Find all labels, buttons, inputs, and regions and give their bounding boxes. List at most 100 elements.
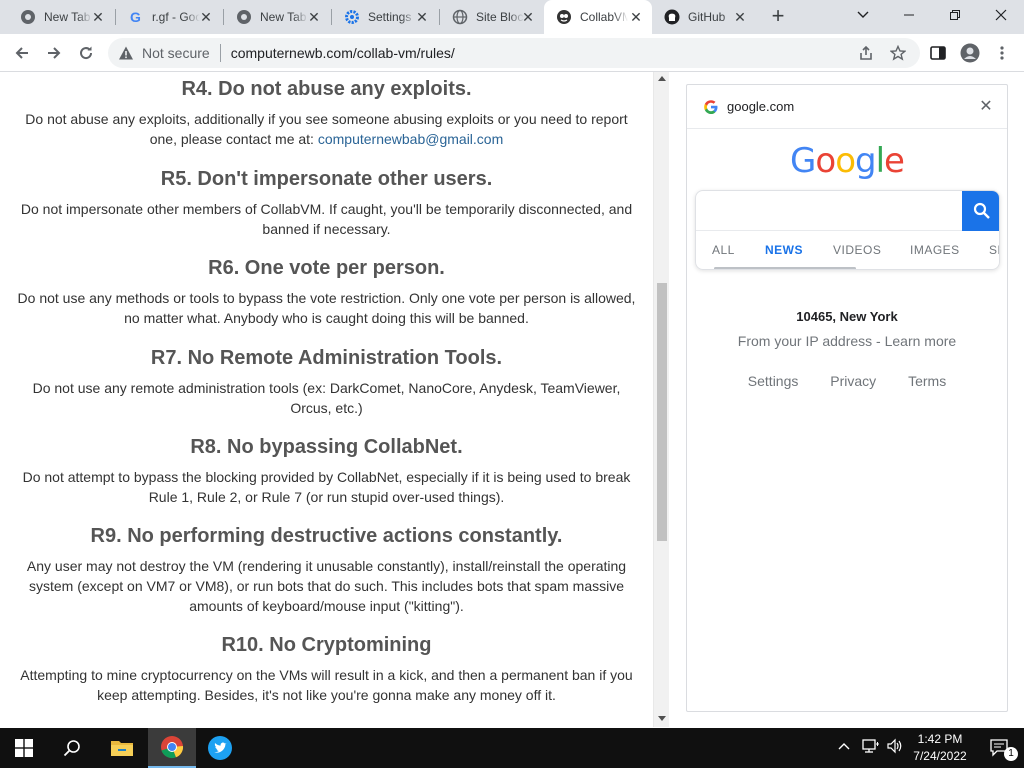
terms-link[interactable]: Terms [908, 373, 946, 389]
start-button[interactable] [0, 728, 48, 768]
chevron-up-icon [838, 743, 850, 750]
tab-strip: New Tab ✕ G r.gf - Google ✕ New Tab ✕ Se… [0, 0, 1024, 34]
tab-site-blocker[interactable]: Site Blocker ✕ [440, 0, 544, 34]
profile-button[interactable] [956, 39, 984, 67]
rule-body: Do not attempt to bypass the blocking pr… [22, 469, 631, 505]
chrome-taskbar-button[interactable] [148, 728, 196, 768]
close-tab-icon[interactable]: ✕ [414, 9, 430, 25]
rule-heading: R7. No Remote Administration Tools. [150, 347, 503, 369]
show-hidden-icons-button[interactable] [838, 738, 850, 753]
google-search-box: ALL NEWS VIDEOS IMAGES SHOPPING [695, 190, 1000, 270]
search-input[interactable] [696, 191, 962, 231]
close-tab-icon[interactable]: ✕ [628, 9, 644, 25]
side-panel-site: google.com [727, 99, 795, 114]
search-icon [973, 202, 990, 219]
url-text[interactable]: computernewb.com/collab-vm/rules/ [231, 45, 455, 61]
collabvm-icon [556, 9, 572, 25]
scroll-thumb[interactable] [657, 283, 667, 541]
start-icon [15, 739, 33, 757]
rule-section: R9. No performing destructive actions co… [14, 525, 639, 616]
chevron-down-icon [857, 11, 869, 18]
tab-search-button[interactable] [840, 0, 886, 30]
tab-new-tab-2[interactable]: New Tab ✕ [224, 0, 330, 34]
notification-count-badge: 1 [1004, 747, 1018, 761]
search-tab-news[interactable]: NEWS [765, 243, 803, 257]
search-tab-images[interactable]: IMAGES [910, 243, 960, 257]
windows-taskbar: 1:42 PM 7/24/2022 1 [0, 728, 1024, 768]
action-center-button[interactable]: 1 [976, 728, 1024, 768]
search-tab-videos[interactable]: VIDEOS [833, 243, 881, 257]
privacy-link[interactable]: Privacy [830, 373, 876, 389]
location-source-link[interactable]: From your IP address - Learn more [687, 333, 1007, 349]
clock-time: 1:42 PM [917, 732, 963, 746]
browser-toolbar: Not secure computernewb.com/collab-vm/ru… [0, 34, 1024, 72]
close-tab-icon[interactable]: ✕ [198, 9, 214, 25]
minimize-icon [904, 14, 914, 16]
restore-button[interactable] [932, 0, 978, 30]
rule-body: Do not use any methods or tools to bypas… [17, 290, 636, 326]
rule-section: R8. No bypassing CollabNet. Do not attem… [14, 436, 639, 507]
rule-section: R7. No Remote Administration Tools. Do n… [14, 347, 639, 418]
search-tab-shopping[interactable]: SHOPPING [989, 243, 999, 257]
search-button[interactable] [962, 191, 999, 231]
volume-button[interactable] [886, 738, 904, 757]
settings-gear-icon [344, 9, 360, 25]
share-button[interactable] [852, 39, 880, 67]
bookmark-button[interactable] [884, 39, 912, 67]
taskbar-search-button[interactable] [48, 728, 96, 768]
address-bar[interactable]: Not secure computernewb.com/collab-vm/ru… [108, 38, 920, 68]
new-tab-button[interactable]: + [766, 5, 790, 29]
reload-button[interactable] [72, 39, 100, 67]
speaker-icon [887, 738, 902, 754]
scroll-down-arrow[interactable] [658, 716, 666, 721]
close-tab-icon[interactable]: ✕ [90, 9, 106, 25]
location-text: 10465, New York [796, 309, 898, 324]
restore-icon [950, 10, 960, 20]
page-scrollbar[interactable] [653, 72, 669, 727]
chrome-icon [236, 9, 252, 25]
system-clock[interactable]: 1:42 PM 7/24/2022 [906, 731, 974, 765]
tab-title: Site Blocker [476, 10, 524, 24]
side-search-card: google.com ✕ Google ALL NEWS VIDEOS IMAG… [686, 84, 1008, 712]
file-explorer-button[interactable] [98, 728, 146, 768]
logo-letter: g [855, 141, 877, 181]
rule-heading: R8. No bypassing CollabNet. [190, 436, 463, 458]
back-button[interactable] [8, 39, 36, 67]
close-tab-icon[interactable]: ✕ [520, 9, 536, 25]
tab-collabvm[interactable]: CollabVM ✕ [544, 0, 652, 34]
network-button[interactable] [862, 738, 880, 757]
side-panel-button[interactable] [924, 39, 952, 67]
close-tab-icon[interactable]: ✕ [732, 9, 748, 25]
warning-triangle-icon[interactable] [118, 45, 134, 61]
rule-section: R4. Do not abuse any exploits. Do not ab… [14, 78, 639, 149]
tab-settings[interactable]: Settings ✕ [332, 0, 438, 34]
scroll-up-arrow[interactable] [658, 76, 666, 81]
rule-heading: R5. Don't impersonate other users. [160, 168, 493, 190]
forward-button[interactable] [40, 39, 68, 67]
tab-title: New Tab [44, 10, 91, 24]
omnibox-divider [219, 44, 221, 62]
tabs-scroll-indicator [714, 267, 856, 269]
contact-email-link[interactable]: computernewbab@gmail.com [318, 131, 503, 147]
close-window-button[interactable] [978, 0, 1024, 30]
tab-title: r.gf - Google [152, 10, 200, 24]
rule-heading: R9. No performing destructive actions co… [90, 525, 563, 547]
rule-heading: R4. Do not abuse any exploits. [181, 78, 472, 100]
close-side-panel-icon[interactable]: ✕ [977, 98, 995, 116]
search-tab-all[interactable]: ALL [712, 243, 735, 257]
rule-body: Do not impersonate other members of Coll… [20, 201, 633, 237]
menu-button[interactable] [988, 39, 1016, 67]
twitter-taskbar-button[interactable] [196, 728, 244, 768]
security-label[interactable]: Not secure [142, 45, 210, 61]
tab-google[interactable]: G r.gf - Google ✕ [116, 0, 222, 34]
star-icon [890, 45, 906, 61]
avatar-icon [960, 43, 980, 63]
tab-github[interactable]: GitHub ✕ [652, 0, 756, 34]
tab-title: GitHub [688, 10, 726, 24]
close-tab-icon[interactable]: ✕ [306, 9, 322, 25]
minimize-button[interactable] [886, 0, 932, 30]
settings-link[interactable]: Settings [748, 373, 799, 389]
rule-section: R5. Don't impersonate other users. Do no… [14, 168, 639, 239]
network-icon [862, 739, 879, 753]
tab-new-tab-1[interactable]: New Tab ✕ [8, 0, 114, 34]
